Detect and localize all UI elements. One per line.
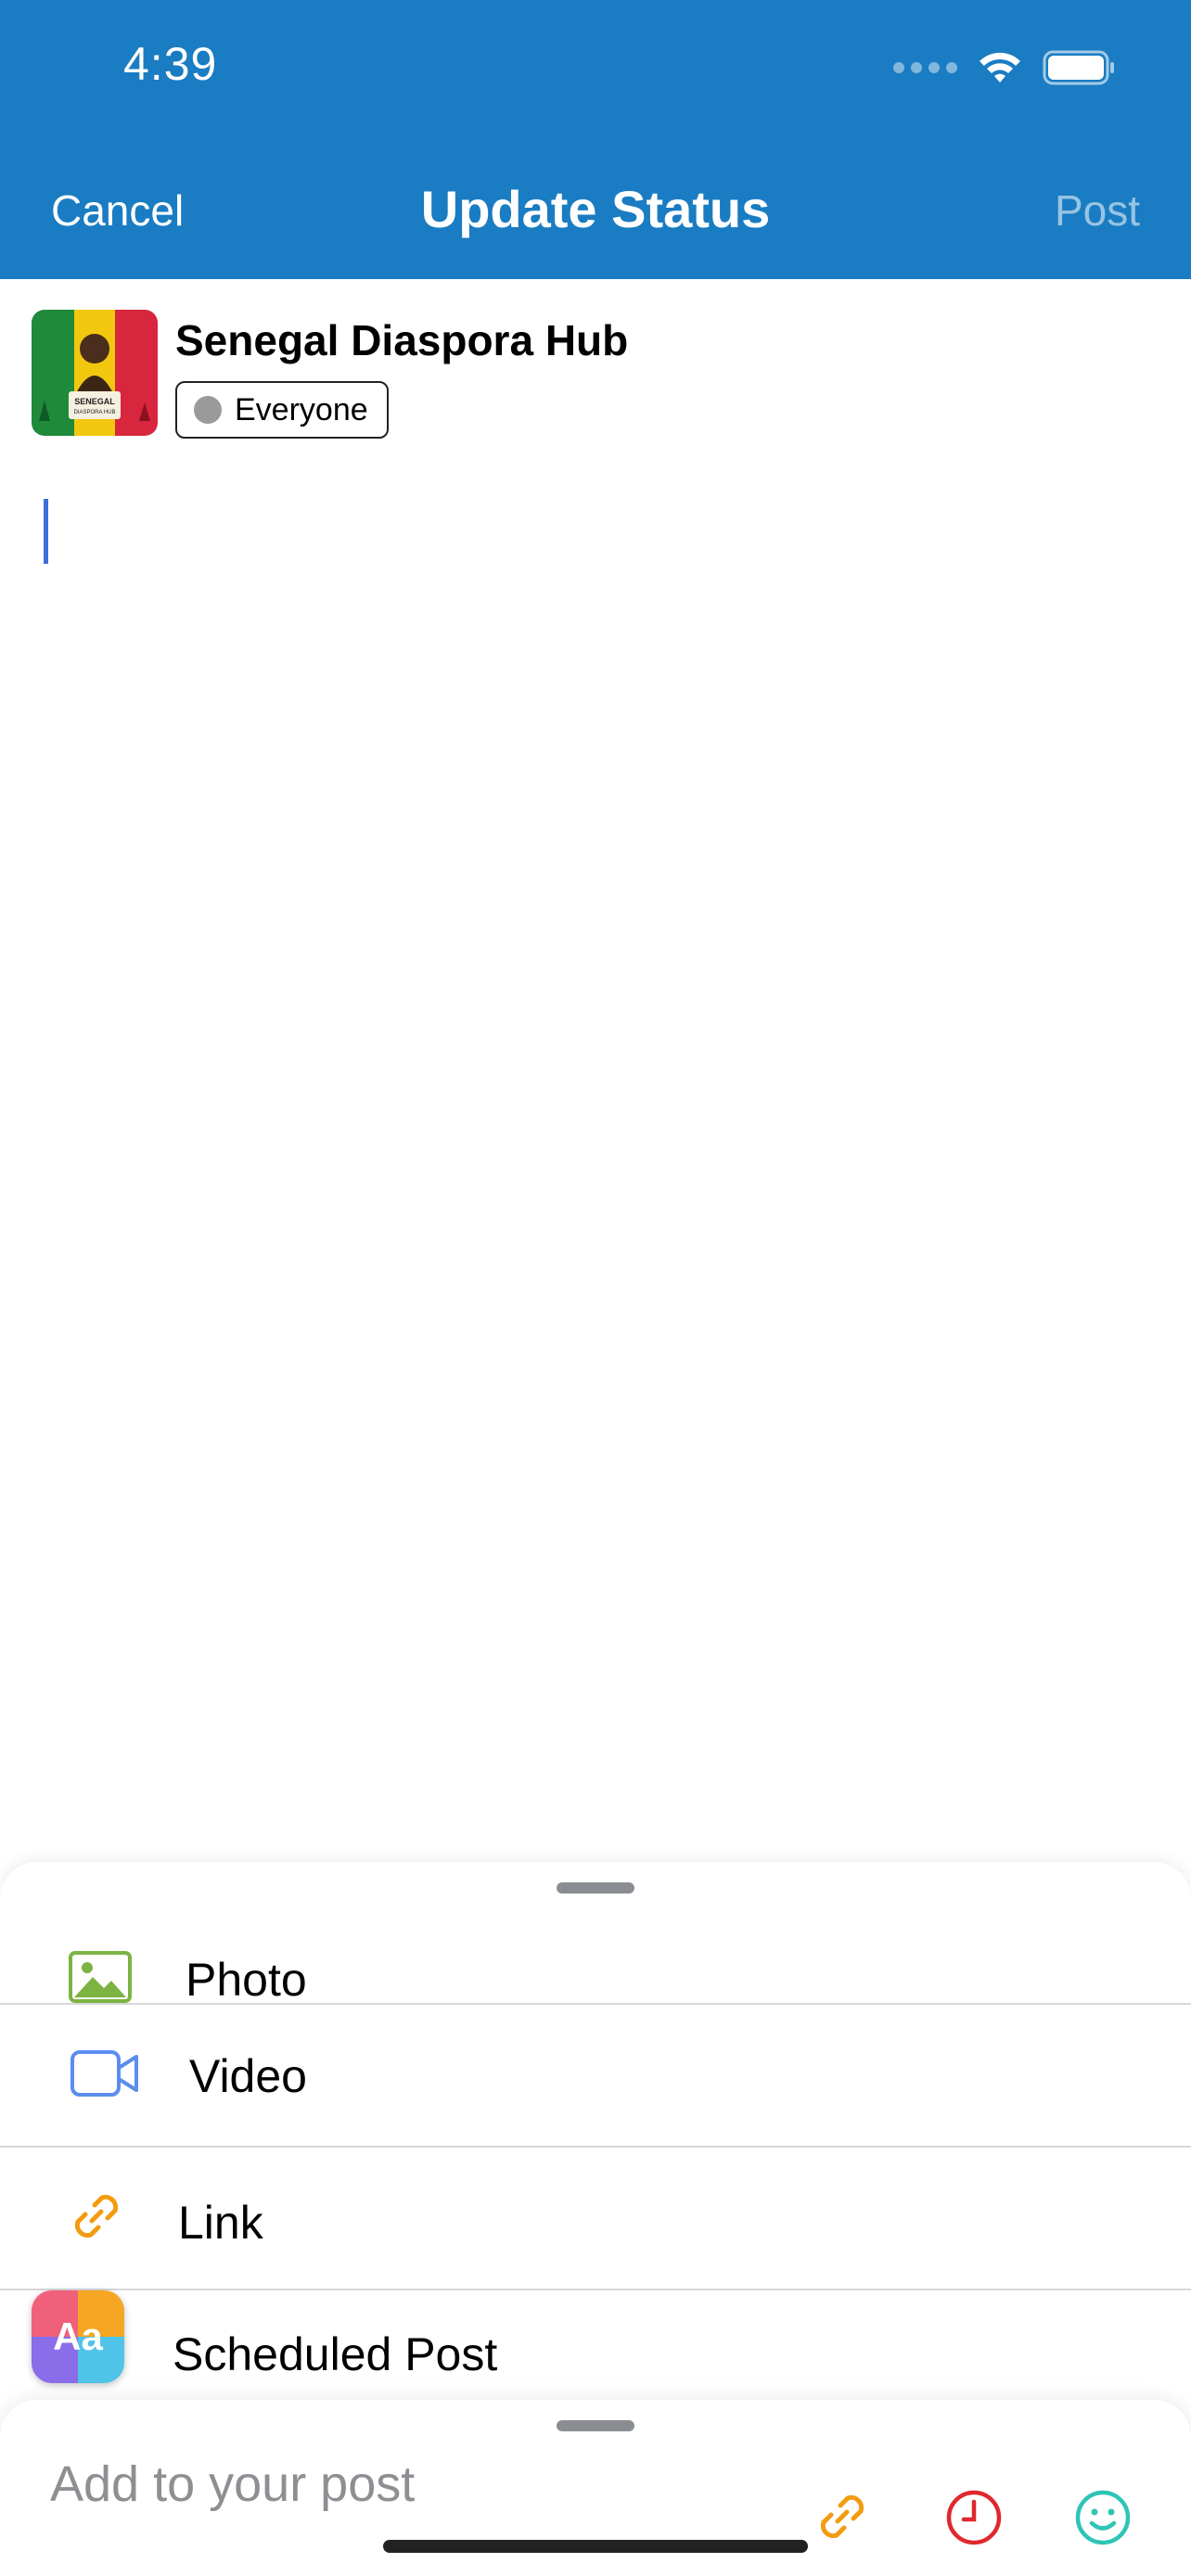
clock-icon[interactable]: [945, 2489, 1003, 2546]
svg-text:SENEGAL: SENEGAL: [74, 397, 115, 406]
video-icon: [70, 2050, 138, 2097]
home-indicator: [383, 2540, 808, 2553]
page-title: Update Status: [420, 180, 771, 238]
sheet-grabber[interactable]: [557, 1882, 634, 1894]
post-button[interactable]: Post: [1055, 185, 1140, 236]
option-link[interactable]: Link: [0, 2148, 1191, 2289]
bar-grabber[interactable]: [557, 2420, 634, 2431]
senegal-flag-avatar-image: SENEGAL DIASPORA HUB: [32, 310, 158, 436]
option-video-label: Video: [189, 2050, 307, 2102]
link-icon: [74, 2194, 119, 2238]
photo-icon: [69, 1951, 132, 2003]
status-text-area[interactable]: [37, 482, 1150, 1827]
author-name: Senegal Diaspora Hub: [175, 316, 629, 364]
battery-icon: [1043, 50, 1114, 84]
option-video[interactable]: Video: [0, 2005, 1191, 2147]
audience-label: Everyone: [235, 391, 368, 427]
status-time: 4:39: [123, 38, 218, 90]
svg-text:Aa: Aa: [53, 2315, 103, 2358]
add-to-post-label: Add to your post: [50, 2456, 416, 2512]
wifi-icon: [980, 52, 1020, 83]
link-icon[interactable]: [813, 2487, 872, 2546]
status-icons: [893, 46, 1117, 88]
audience-selector[interactable]: Everyone: [175, 381, 389, 439]
avatar: SENEGAL DIASPORA HUB: [32, 310, 158, 436]
cellular-signal-icon: [893, 61, 957, 73]
scheduled-icon: Aa: [32, 2290, 124, 2383]
header: 4:39 Cancel Update Status Post: [0, 0, 1191, 279]
globe-icon: [194, 396, 222, 424]
option-link-label: Link: [178, 2197, 263, 2249]
option-scheduled-post-label: Scheduled Post: [173, 2328, 498, 2380]
text-cursor: [44, 499, 48, 564]
smiley-icon[interactable]: [1074, 2489, 1132, 2546]
add-options-sheet: Photo Video Link Aa Scheduled Post: [0, 1862, 1191, 2428]
svg-text:DIASPORA HUB: DIASPORA HUB: [73, 410, 115, 415]
option-photo-label: Photo: [186, 1954, 307, 2006]
